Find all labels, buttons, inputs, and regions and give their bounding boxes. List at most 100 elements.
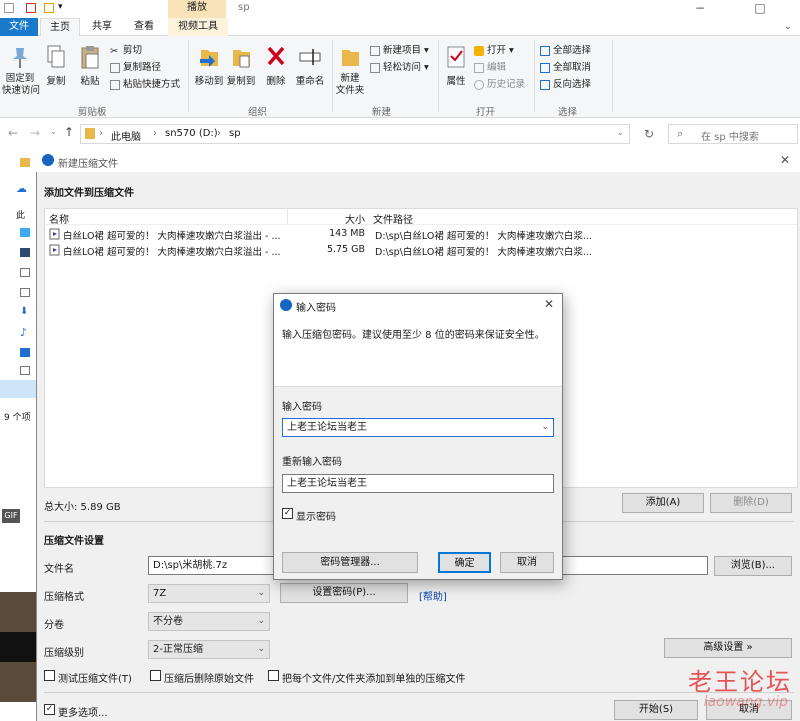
- tab-home[interactable]: 主页: [40, 18, 80, 36]
- password-manager-button[interactable]: 密码管理器...: [282, 552, 418, 573]
- tab-view[interactable]: 查看: [124, 18, 164, 36]
- ribbon-collapse-icon[interactable]: ⌄: [784, 21, 792, 32]
- refresh-icon[interactable]: ↻: [644, 127, 654, 141]
- copy-to-button[interactable]: 复制到: [224, 44, 258, 87]
- edit-icon: [474, 62, 484, 73]
- forward-arrow-icon[interactable]: →: [30, 126, 40, 140]
- delete-after-label: 压缩后删除原始文件: [164, 674, 254, 685]
- column-path[interactable]: 文件路径: [373, 211, 413, 226]
- column-divider: [287, 209, 288, 225]
- tab-video-tools[interactable]: 视频工具: [168, 18, 228, 36]
- paste-shortcut-button[interactable]: 粘贴快捷方式: [110, 76, 180, 90]
- 3d-objects-icon[interactable]: [20, 228, 30, 237]
- level-select[interactable]: 2-正常压缩 ⌄: [148, 640, 270, 659]
- nav-this-pc-label[interactable]: 此: [16, 208, 25, 221]
- settings-header: 压缩文件设置: [44, 536, 104, 547]
- delete-button[interactable]: 删除(D): [710, 493, 792, 513]
- more-options-checkbox[interactable]: ✓: [44, 704, 55, 715]
- open-icon: [474, 45, 484, 56]
- chevron-down-icon[interactable]: ⌄: [541, 419, 549, 436]
- volume-select[interactable]: 不分卷 ⌄: [148, 612, 270, 631]
- add-button[interactable]: 添加(A): [622, 493, 704, 513]
- cut-button[interactable]: ✂ 剪切: [110, 42, 142, 57]
- new-folder-button[interactable]: 新建 文件夹: [334, 44, 366, 97]
- address-dropdown-icon[interactable]: ⌄: [617, 128, 624, 137]
- file-row[interactable]: 白丝LO裙 超可爱的！ 大肉棒速攻嫩穴白浆溢出 - ... 143 MB D:\…: [47, 226, 797, 242]
- back-arrow-icon[interactable]: ←: [8, 126, 18, 140]
- show-password-checkbox[interactable]: ✓: [282, 508, 293, 519]
- reenter-password-label: 重新输入密码: [282, 457, 342, 468]
- breadcrumb-drive[interactable]: sn570 (D:): [165, 128, 218, 139]
- properties-button[interactable]: 属性: [442, 44, 470, 87]
- reenter-password-input[interactable]: 上老王论坛当老王: [282, 474, 554, 493]
- history-button[interactable]: 历史记录: [474, 76, 525, 90]
- separate-archives-label: 把每个文件/文件夹添加到单独的压缩文件: [282, 674, 466, 685]
- pictures-icon[interactable]: [20, 268, 30, 277]
- test-archive-label: 测试压缩文件(T): [58, 674, 132, 685]
- column-name[interactable]: 名称: [49, 211, 69, 226]
- checkbox-icon[interactable]: [26, 3, 36, 13]
- file-row[interactable]: 白丝LO裙 超可爱的！ 大肉棒速攻嫩穴白浆溢出 - ... 5.75 GB D:…: [47, 242, 797, 258]
- tab-file[interactable]: 文件: [0, 18, 38, 36]
- music-icon[interactable]: ♪: [20, 326, 27, 339]
- video-file-icon: [49, 228, 61, 240]
- file-size: 143 MB: [329, 228, 365, 239]
- delete-button[interactable]: 删除: [262, 44, 290, 87]
- edit-button[interactable]: 编辑: [474, 59, 506, 73]
- new-item-button[interactable]: 新建项目 ▾: [370, 42, 429, 56]
- downloads-icon[interactable]: ⬇: [20, 306, 28, 317]
- invert-selection-button[interactable]: 反向选择: [540, 76, 591, 90]
- selected-drive-item[interactable]: [0, 380, 36, 398]
- documents-icon[interactable]: [20, 288, 30, 297]
- help-link[interactable]: [帮助]: [419, 588, 447, 603]
- quick-access-dropdown-icon[interactable]: ▾: [58, 2, 63, 12]
- copy-path-button[interactable]: 复制路径: [110, 59, 161, 73]
- test-archive-checkbox[interactable]: [44, 670, 55, 681]
- ribbon-separator: [612, 40, 613, 112]
- password-cancel-button[interactable]: 取消: [500, 552, 554, 573]
- delete-after-checkbox[interactable]: [150, 670, 161, 681]
- separate-archives-checkbox[interactable]: [268, 670, 279, 681]
- move-to-icon: [198, 44, 220, 70]
- status-item-count: 9 个项: [4, 413, 31, 423]
- breadcrumb-sp[interactable]: sp: [229, 128, 241, 139]
- invert-selection-icon: [540, 79, 550, 90]
- select-all-button[interactable]: 全部选择: [540, 42, 591, 56]
- paste-button[interactable]: 粘贴: [74, 44, 106, 87]
- rename-button[interactable]: 重命名: [292, 44, 328, 87]
- recent-dropdown-icon[interactable]: ⌄: [50, 127, 57, 136]
- rename-icon: [299, 44, 321, 70]
- ribbon-separator: [534, 40, 535, 112]
- video-folder-icon[interactable]: [20, 248, 30, 257]
- onedrive-icon[interactable]: ☁: [16, 182, 27, 195]
- format-select[interactable]: 7Z ⌄: [148, 584, 270, 603]
- search-input[interactable]: ⌕ 在 sp 中搜索: [668, 124, 798, 144]
- folder-icon: [85, 128, 95, 139]
- maximize-button[interactable]: □: [740, 0, 780, 18]
- set-password-button[interactable]: 设置密码(P)...: [280, 583, 408, 603]
- advanced-settings-button[interactable]: 高级设置 »: [664, 638, 792, 658]
- window-title: sp: [238, 2, 250, 13]
- level-label: 压缩级别: [44, 648, 84, 659]
- folder-quick-icon[interactable]: [44, 3, 54, 13]
- select-none-button[interactable]: 全部取消: [540, 59, 591, 73]
- folder-icon[interactable]: [20, 158, 30, 167]
- password-input[interactable]: 上老王论坛当老王 ⌄: [282, 418, 554, 437]
- close-icon[interactable]: ✕: [544, 297, 554, 311]
- address-input[interactable]: › 此电脑 › sn570 (D:) › sp ⌄: [80, 124, 630, 144]
- minimize-button[interactable]: −: [680, 0, 720, 18]
- close-icon[interactable]: ✕: [780, 153, 790, 167]
- open-button[interactable]: 打开 ▾: [474, 42, 514, 56]
- drive-icon[interactable]: [20, 366, 30, 375]
- browse-button[interactable]: 浏览(B)...: [714, 556, 792, 576]
- up-arrow-icon[interactable]: ↑: [64, 125, 74, 139]
- copy-button[interactable]: 复制: [40, 44, 72, 87]
- pin-quick-access-button[interactable]: 固定到 快速访问: [2, 44, 40, 97]
- easy-access-button[interactable]: 轻松访问 ▾: [370, 59, 429, 73]
- breadcrumb-this-pc[interactable]: 此电脑: [111, 128, 141, 143]
- move-to-button[interactable]: 移动到: [192, 44, 226, 87]
- ok-button[interactable]: 确定: [438, 552, 491, 573]
- column-size[interactable]: 大小: [345, 211, 365, 226]
- desktop-icon[interactable]: [20, 348, 30, 357]
- tab-share[interactable]: 共享: [82, 18, 122, 36]
